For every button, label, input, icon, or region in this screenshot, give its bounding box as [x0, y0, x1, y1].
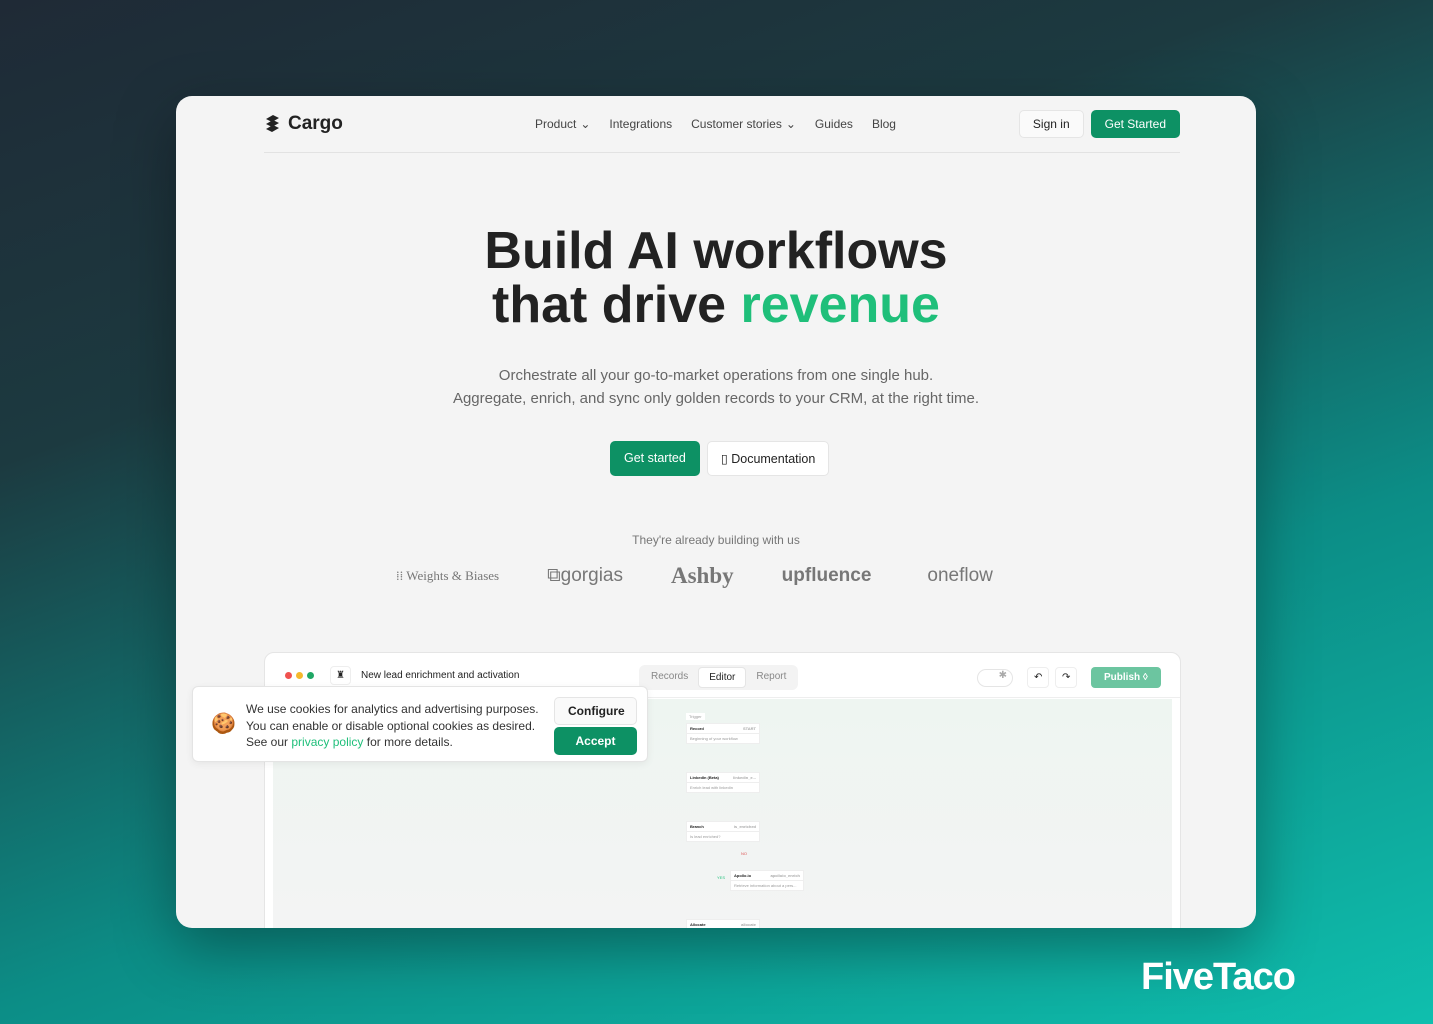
- undo-button[interactable]: ↶: [1027, 667, 1050, 688]
- node-tag: START: [742, 726, 756, 731]
- workflow-icon: ♜: [330, 665, 351, 685]
- node-title: Record: [690, 726, 704, 731]
- logo-text: Weights & Biases: [406, 568, 500, 583]
- cargo-logo-icon: [266, 115, 279, 132]
- hero-subtitle: Orchestrate all your go-to-market operat…: [176, 364, 1256, 410]
- cookie-text: for more details.: [363, 735, 453, 749]
- workflow-name: New lead enrichment and activation: [360, 669, 520, 681]
- configure-button[interactable]: Configure: [554, 697, 637, 725]
- node-desc: Beginning of your workflow: [690, 736, 738, 741]
- chevron-down-icon: ⌄: [785, 117, 796, 131]
- nav-customer-stories[interactable]: Customer stories ⌄: [691, 117, 796, 131]
- close-dot: [285, 671, 292, 679]
- node-title: Allocate: [690, 922, 706, 927]
- logo-oneflow: oneflow: [927, 565, 993, 586]
- trigger-label: Trigger: [686, 713, 705, 720]
- node-desc: Enrich lead with linkedin: [690, 785, 733, 790]
- cookie-banner: 🍪 We use cookies for analytics and adver…: [192, 686, 648, 762]
- chevron-down-icon: ⌄: [580, 117, 591, 131]
- tab-records[interactable]: Records: [641, 667, 698, 688]
- get-started-button[interactable]: Get started: [610, 441, 700, 476]
- node-tag: is_enriched: [733, 824, 756, 829]
- node-title: Branch: [690, 824, 704, 829]
- get-started-nav-button[interactable]: Get Started: [1090, 110, 1180, 138]
- logo-ashby: Ashby: [671, 563, 734, 588]
- workflow-node[interactable]: LinkedIn (Beta) linkedin_e... Enrich lead…: [686, 772, 760, 793]
- hero-title: Build AI workflows that drive revenue: [176, 224, 1256, 332]
- branch-yes-label: YES: [717, 875, 726, 880]
- privacy-policy-link[interactable]: privacy policy: [291, 735, 363, 749]
- nav-guides[interactable]: Guides: [815, 117, 853, 131]
- top-nav: Cargo Product ⌄ Integrations Customer sto…: [264, 96, 1180, 153]
- sign-in-button[interactable]: Sign in: [1018, 110, 1084, 138]
- nav-label: Customer stories: [691, 117, 782, 131]
- workflow-node[interactable]: Branch is_enriched Is lead enriched?: [686, 821, 760, 842]
- minimize-dot: [296, 671, 303, 679]
- node-desc: Retrieve information about a pers...: [734, 883, 797, 888]
- tab-editor[interactable]: Editor: [698, 667, 747, 688]
- title-line-1: Build AI workflows: [484, 222, 948, 280]
- fivetaco-watermark: FiveTaco: [1141, 956, 1296, 998]
- title-line-2: that drive: [492, 276, 741, 334]
- logo-gorgias: ⧉gorgias: [547, 565, 623, 586]
- documentation-label: Documentation: [731, 452, 816, 466]
- nav-integrations[interactable]: Integrations: [609, 117, 672, 131]
- logo-upfluence: upfluence: [781, 565, 872, 586]
- theme-toggle[interactable]: ✱: [977, 669, 1013, 687]
- publish-button[interactable]: Publish ◊: [1091, 667, 1161, 688]
- node-title: LinkedIn (Beta): [690, 775, 719, 780]
- subtitle-line: Aggregate, enrich, and sync only golden …: [452, 390, 980, 407]
- title-accent: revenue: [740, 276, 940, 334]
- logo-weights-biases: ⁞⁞ Weights & Biases: [396, 568, 500, 583]
- accept-button[interactable]: Accept: [554, 727, 637, 755]
- workflow-node[interactable]: Allocate allocate: [686, 919, 760, 928]
- node-tag: apolloio_enrich: [770, 873, 800, 878]
- maximize-dot: [307, 671, 314, 679]
- workflow-node[interactable]: Record START Beginning of your workflow: [686, 723, 760, 744]
- customer-logos: ⁞⁞ Weights & Biases ⧉gorgias Ashby upflu…: [396, 563, 993, 589]
- node-title: Apollo.io: [734, 873, 752, 878]
- cookie-text: You can enable or disable optional cooki…: [246, 718, 536, 733]
- cookie-icon: 🍪: [211, 713, 236, 735]
- brand-name: Cargo: [288, 113, 343, 134]
- tab-report[interactable]: Report: [746, 667, 796, 688]
- brand-logo[interactable]: Cargo: [264, 113, 343, 135]
- node-tag: allocate: [741, 922, 756, 927]
- publish-label: Publish: [1104, 672, 1141, 683]
- cookie-text: See our: [246, 735, 292, 749]
- node-tag: linkedin_e...: [733, 775, 756, 780]
- nav-product[interactable]: Product ⌄: [535, 117, 590, 131]
- nav-label: Product: [535, 117, 577, 131]
- social-proof-tagline: They're already building with us: [632, 533, 800, 547]
- nav-blog[interactable]: Blog: [872, 117, 896, 131]
- logo-text: gorgias: [560, 565, 623, 586]
- documentation-button[interactable]: ▯ Documentation: [706, 441, 830, 476]
- browser-card: Cargo Product ⌄ Integrations Customer sto…: [176, 96, 1256, 928]
- node-desc: Is lead enriched?: [690, 834, 721, 839]
- branch-no-label: NO: [741, 851, 747, 856]
- workflow-node[interactable]: Apollo.io apolloio_enrich Retrieve inform…: [730, 870, 804, 891]
- cookie-text: We use cookies for analytics and adverti…: [246, 702, 539, 716]
- book-icon: ▯: [720, 452, 728, 466]
- subtitle-line: Orchestrate all your go-to-market operat…: [498, 367, 934, 384]
- redo-button[interactable]: ↷: [1055, 667, 1078, 688]
